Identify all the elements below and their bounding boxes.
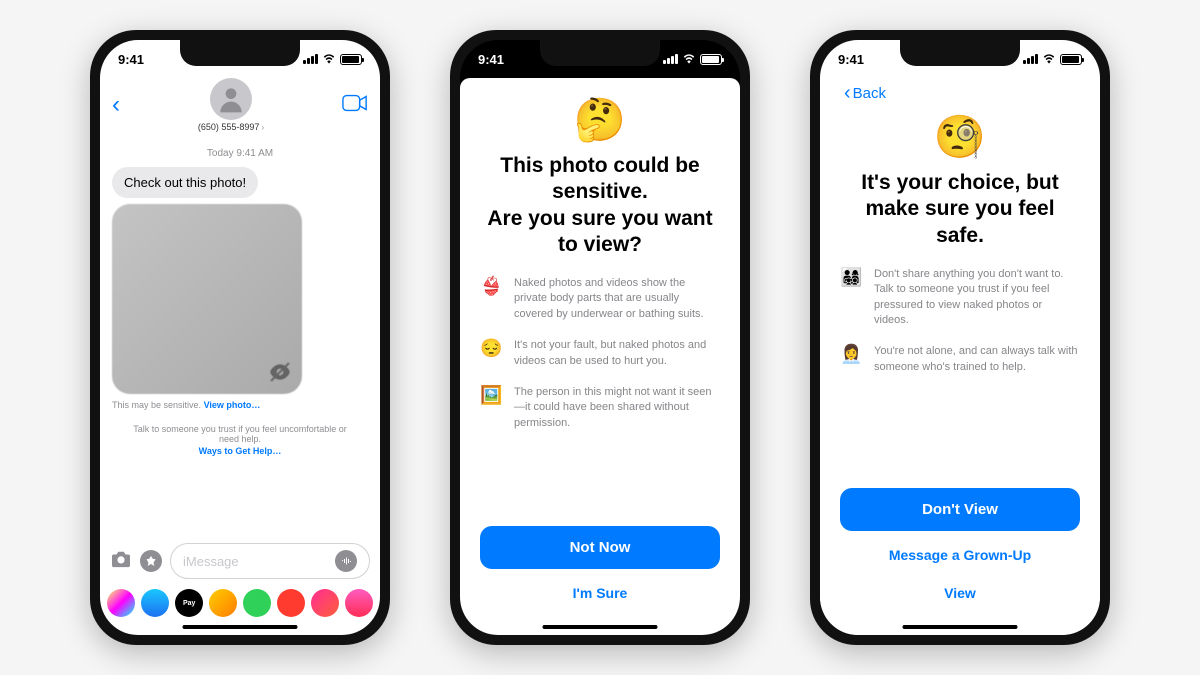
memoji-app-icon[interactable] (209, 589, 237, 617)
bullet-emoji-icon: 🖼️ (480, 385, 502, 406)
bullet-item: 😔 It's not your fault, but naked photos a… (480, 338, 720, 369)
app-icon[interactable] (311, 589, 339, 617)
signal-icon (1023, 54, 1038, 64)
status-time: 9:41 (838, 52, 864, 67)
app-icon[interactable] (243, 589, 271, 617)
signal-icon (303, 54, 318, 64)
bullet-item: 👩‍💼 You're not alone, and can always talk… (840, 344, 1080, 375)
hidden-eye-icon (268, 360, 292, 384)
music-app-icon[interactable] (345, 589, 373, 617)
chevron-right-icon: › (261, 123, 264, 132)
sensitive-label: This may be sensitive. (112, 400, 201, 410)
blurred-photo[interactable] (112, 204, 302, 394)
avatar[interactable] (210, 78, 252, 120)
trust-text: Talk to someone you trust if you feel un… (133, 424, 347, 444)
hero-emoji: 🤔 (480, 96, 720, 145)
message-input-bar: iMessage (100, 537, 380, 585)
incoming-message[interactable]: Check out this photo! (112, 167, 258, 198)
bullet-list: 👙 Naked photos and videos show the privat… (480, 276, 720, 526)
applepay-app-icon[interactable]: Pay (175, 589, 203, 617)
bullet-emoji-icon: 👙 (480, 276, 502, 297)
wifi-icon (1042, 54, 1056, 64)
app-icon[interactable] (277, 589, 305, 617)
message-grownup-button[interactable]: Message a Grown-Up (840, 541, 1080, 569)
wifi-icon (322, 54, 336, 64)
battery-icon (1060, 54, 1082, 65)
mic-icon[interactable] (335, 550, 357, 572)
status-time: 9:41 (118, 52, 144, 67)
appstore-app-icon[interactable] (141, 589, 169, 617)
ways-to-help-link[interactable]: Ways to Get Help… (128, 446, 352, 456)
bullet-item: 🖼️ The person in this might not want it s… (480, 385, 720, 431)
conversation-body: Today 9:41 AM Check out this photo! This… (100, 138, 380, 537)
bullet-text: The person in this might not want it see… (514, 385, 720, 431)
not-now-button[interactable]: Not Now (480, 526, 720, 569)
bullet-text: Don't share anything you don't want to. … (874, 267, 1080, 329)
facetime-icon[interactable] (342, 93, 368, 118)
contact-name[interactable]: (650) 555-8997 (198, 122, 260, 132)
phone-confirm-sensitive: 9:41 🤔 This photo could be sensitive. Ar… (450, 30, 750, 645)
status-time: 9:41 (478, 52, 504, 67)
home-indicator[interactable] (543, 625, 658, 629)
timestamp: Today 9:41 AM (112, 148, 368, 159)
messages-header: ‹ (650) 555-8997› (100, 78, 380, 138)
bullet-item: 👙 Naked photos and videos show the privat… (480, 276, 720, 322)
bullet-text: You're not alone, and can always talk wi… (874, 344, 1080, 375)
wifi-icon (682, 54, 696, 64)
apps-icon[interactable] (140, 550, 162, 572)
view-button[interactable]: View (840, 579, 1080, 607)
camera-icon[interactable] (110, 550, 132, 573)
bullet-emoji-icon: 👨‍👩‍👧‍👦 (840, 267, 862, 288)
message-input[interactable]: iMessage (170, 543, 370, 579)
notch (540, 40, 660, 66)
battery-icon (340, 54, 362, 65)
bullet-emoji-icon: 😔 (480, 338, 502, 359)
sheet-title: This photo could be sensitive. Are you s… (480, 153, 720, 258)
phone-your-choice: 9:41 ‹ Back 🧐 It's your choice, but make… (810, 30, 1110, 645)
photos-app-icon[interactable] (107, 589, 135, 617)
bullet-emoji-icon: 👩‍💼 (840, 344, 862, 365)
hero-emoji: 🧐 (840, 113, 1080, 162)
home-indicator[interactable] (903, 625, 1018, 629)
bullet-list: 👨‍👩‍👧‍👦 Don't share anything you don't wa… (840, 267, 1080, 488)
back-icon[interactable]: ‹ (112, 93, 120, 117)
notch (900, 40, 1020, 66)
bullet-text: Naked photos and videos show the private… (514, 276, 720, 322)
chevron-left-icon: ‹ (844, 82, 851, 105)
bullet-item: 👨‍👩‍👧‍👦 Don't share anything you don't wa… (840, 267, 1080, 329)
signal-icon (663, 54, 678, 64)
phone-messages: 9:41 ‹ (650) 555-8997› Today 9:41 AM Che… (90, 30, 390, 645)
home-indicator[interactable] (183, 625, 298, 629)
back-button[interactable]: ‹ Back (840, 78, 1080, 105)
im-sure-button[interactable]: I'm Sure (480, 579, 720, 607)
notch (180, 40, 300, 66)
bullet-text: It's not your fault, but naked photos an… (514, 338, 720, 369)
battery-icon (700, 54, 722, 65)
view-photo-link[interactable]: View photo… (204, 400, 261, 410)
dont-view-button[interactable]: Don't View (840, 488, 1080, 531)
sheet-title: It's your choice, but make sure you feel… (840, 170, 1080, 249)
